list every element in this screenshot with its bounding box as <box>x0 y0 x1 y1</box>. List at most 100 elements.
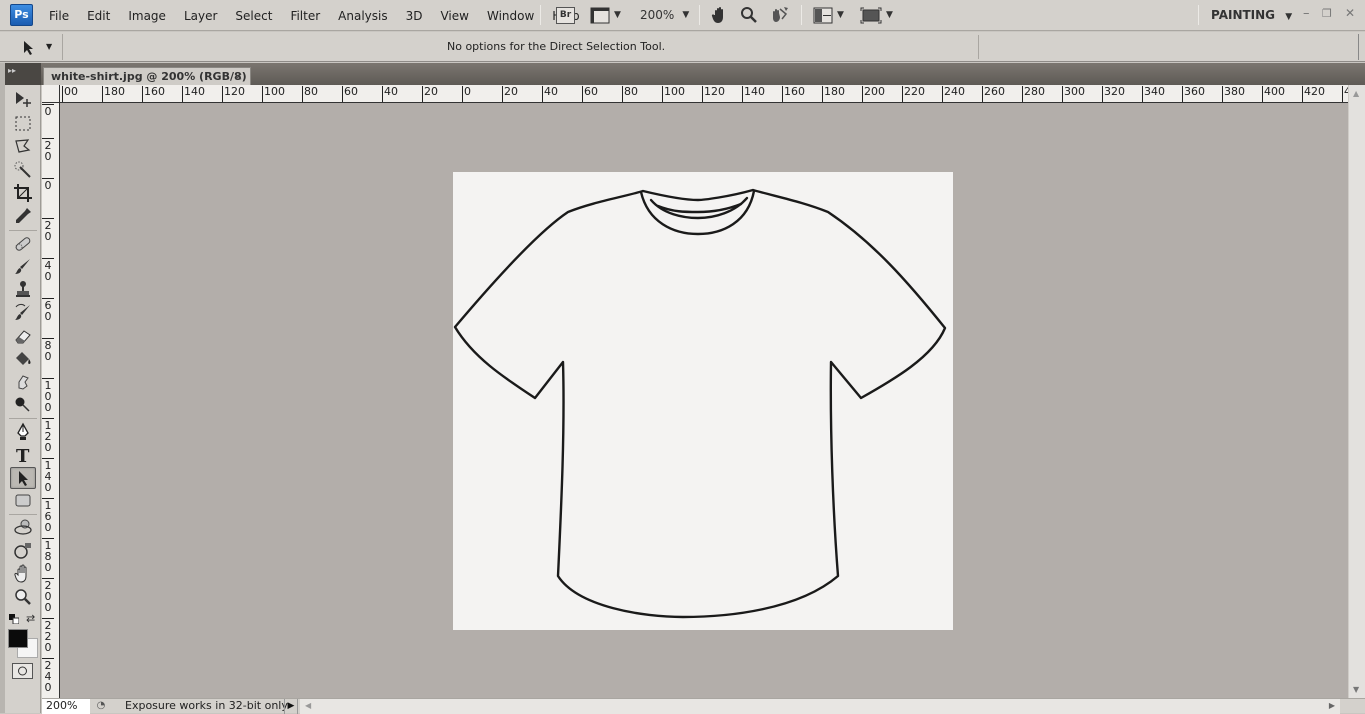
lasso-tool[interactable] <box>10 136 36 158</box>
divider <box>1198 5 1199 25</box>
zoom-field[interactable]: 200% <box>42 699 90 714</box>
3d-rotate-tool[interactable] <box>10 517 36 539</box>
menu-3d[interactable]: 3D <box>397 9 432 23</box>
foreground-color-swatch[interactable] <box>8 629 28 648</box>
default-colors-button[interactable] <box>9 613 20 625</box>
hand-icon <box>711 7 723 23</box>
launch-bridge-button[interactable]: Br <box>556 5 575 25</box>
direct-selection-tool[interactable] <box>10 467 36 489</box>
screen-mode-button[interactable]: ▼ <box>860 5 893 25</box>
blur-tool[interactable] <box>10 371 36 393</box>
toolbox-collapse-button[interactable]: ▸▸ <box>5 63 41 85</box>
move-tool[interactable] <box>10 89 36 111</box>
smudge-finger-icon <box>18 375 29 390</box>
status-message: Exposure works in 32-bit only <box>125 699 288 712</box>
quick-selection-tool[interactable] <box>10 159 36 181</box>
menu-window[interactable]: Window <box>478 9 543 23</box>
document-tab[interactable]: white-shirt.jpg @ 200% (RGB/8) × <box>43 67 251 86</box>
vertical-ruler[interactable]: 0 2 0 0 2 0 4 0 6 0 8 0 1 0 0 1 2 0 1 4 0 1 6 0 1 8… <box>42 103 60 698</box>
ruler-tick-label: 1 2 0 <box>42 418 54 453</box>
clone-stamp-tool[interactable] <box>10 279 36 301</box>
photoshop-logo[interactable]: Ps <box>10 4 33 26</box>
ruler-tick-label: 160 <box>782 86 805 102</box>
document-image[interactable] <box>453 172 953 630</box>
quick-mask-button[interactable] <box>12 663 33 679</box>
scroll-left-arrow-icon[interactable]: ◀ <box>305 699 311 713</box>
polygonal-lasso-icon <box>15 139 31 153</box>
zoom-level-dropdown[interactable]: 200% ▼ <box>640 5 689 25</box>
menu-select[interactable]: Select <box>226 9 281 23</box>
eraser-tool[interactable] <box>10 325 36 347</box>
eyedropper-tool[interactable] <box>10 205 36 227</box>
vertical-scrollbar[interactable]: ▲ ▼ <box>1348 85 1365 698</box>
scroll-up-arrow-icon[interactable]: ▲ <box>1353 89 1359 98</box>
close-button[interactable]: ✕ <box>1345 6 1355 20</box>
pen-tool[interactable] <box>10 421 36 443</box>
paint-bucket-tool[interactable] <box>10 348 36 370</box>
horizontal-scrollbar[interactable]: ◀ ▶ <box>300 699 1340 714</box>
pen-nib-icon <box>17 422 29 440</box>
workspace-switcher[interactable]: PAINTING ▼ <box>1211 8 1292 22</box>
ruler-origin[interactable] <box>42 85 60 103</box>
history-brush-tool[interactable] <box>10 302 36 324</box>
ruler-tick-label: 4 0 <box>42 258 54 282</box>
quick-mask-icon <box>18 666 27 676</box>
zoom-level-value: 200% <box>640 8 675 22</box>
ruler-tick-label: 1 6 0 <box>42 498 54 533</box>
3d-orbit-tool[interactable] <box>10 540 36 562</box>
brush-tool[interactable] <box>10 256 36 278</box>
ruler-tick-label: 8 0 <box>42 338 54 362</box>
ruler-tick-label: 6 0 <box>42 298 54 322</box>
swap-colors-icon[interactable]: ⇄ <box>26 612 38 625</box>
crop-icon <box>14 184 32 202</box>
ruler-tick-label: 400 <box>1262 86 1285 102</box>
magnifier-icon <box>741 7 757 23</box>
horizontal-ruler[interactable]: 00 180 160 140 120 100 80 60 40 20 0 20 40 60 80 100 120… <box>60 85 1348 103</box>
ruler-tick-label: 60 <box>342 86 358 102</box>
hand-tool-button[interactable] <box>711 5 729 25</box>
scroll-right-arrow-icon[interactable]: ▶ <box>1329 699 1335 713</box>
ruler-tick-label: 220 <box>902 86 925 102</box>
tool-preset-picker[interactable]: ▼ <box>5 34 63 60</box>
type-tool[interactable]: T <box>10 444 36 466</box>
scroll-down-arrow-icon[interactable]: ▼ <box>1353 685 1359 694</box>
t-shirt-outline <box>453 188 947 619</box>
workspace-label: PAINTING <box>1211 8 1276 22</box>
chevron-down-icon: ▼ <box>1285 12 1293 22</box>
rectangle-tool[interactable] <box>10 490 36 512</box>
arrange-documents-button[interactable]: ▼ <box>813 5 844 25</box>
direct-selection-icon <box>19 471 28 486</box>
view-extras-button[interactable]: ▼ <box>590 5 621 25</box>
close-tab-icon[interactable]: × <box>234 68 243 85</box>
menu-edit[interactable]: Edit <box>78 9 119 23</box>
type-icon: T <box>16 446 30 465</box>
hand-tool[interactable] <box>10 563 36 585</box>
spot-healing-brush-tool[interactable] <box>10 233 36 255</box>
ruler-tick-label: 80 <box>302 86 318 102</box>
ruler-tick-label: 20 <box>422 86 438 102</box>
crop-tool[interactable] <box>10 182 36 204</box>
minimize-button[interactable]: – <box>1303 6 1310 21</box>
menu-file[interactable]: File <box>40 9 78 23</box>
divider <box>978 35 979 59</box>
restore-button[interactable]: ❐ <box>1322 7 1332 20</box>
menu-image[interactable]: Image <box>119 9 175 23</box>
ruler-tick-label: 200 <box>862 86 885 102</box>
3d-rotate-icon <box>14 519 32 535</box>
divider <box>9 514 37 515</box>
menu-layer[interactable]: Layer <box>175 9 226 23</box>
zoom-tool[interactable] <box>10 586 36 608</box>
divider <box>699 5 700 25</box>
status-menu-arrow-icon[interactable]: ▶ <box>284 699 298 714</box>
rectangular-marquee-tool[interactable] <box>10 113 36 135</box>
status-info-icon[interactable]: ◔ <box>93 699 109 714</box>
burn-tool[interactable] <box>10 394 36 416</box>
rotate-view-button[interactable] <box>770 5 790 25</box>
ruler-tick-label: 20 <box>502 86 518 102</box>
bandage-icon <box>15 237 31 251</box>
document-tab-title: white-shirt.jpg @ 200% (RGB/8) <box>51 70 247 83</box>
menu-filter[interactable]: Filter <box>281 9 329 23</box>
menu-view[interactable]: View <box>431 9 477 23</box>
menu-analysis[interactable]: Analysis <box>329 9 396 23</box>
zoom-tool-button[interactable] <box>740 5 758 25</box>
